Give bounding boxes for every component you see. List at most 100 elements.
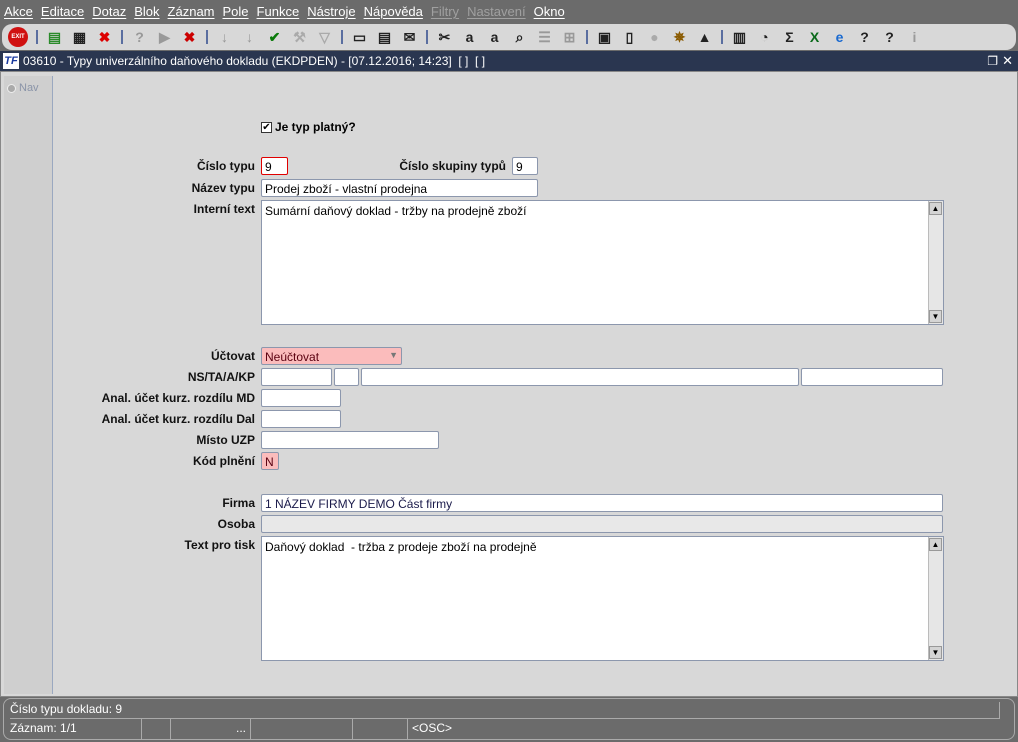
tree-icon[interactable]: ⊞ (559, 27, 580, 48)
globe-icon[interactable]: ● (644, 27, 665, 48)
kod-input[interactable]: N (261, 452, 279, 470)
menu-dotaz[interactable]: Dotaz (92, 4, 126, 19)
chevron-down-icon: ▼ (389, 350, 398, 360)
dal-label: Anal. účet kurz. rozdílu Dal (101, 412, 255, 426)
status-bar: Číslo typu dokladu: 9 Záznam: 1/1 ... <O… (3, 698, 1015, 740)
toolbar-separator (426, 30, 428, 44)
ns-input[interactable] (261, 368, 332, 386)
kod-label: Kód plnění (193, 454, 255, 468)
delete-record-icon[interactable]: ✖ (94, 27, 115, 48)
uctovat-select[interactable]: Neúčtovat ▼ (261, 347, 402, 365)
cut-icon[interactable]: ✂ (434, 27, 455, 48)
print-setup-icon[interactable]: ▤ (374, 27, 395, 48)
scroll-up-icon[interactable]: ▲ (929, 538, 942, 551)
menu-bar: Akce Editace Dotaz Blok Záznam Pole Funkce Nást… (0, 0, 1018, 23)
scrollbar[interactable]: ▲ ▼ (928, 537, 943, 660)
list-icon[interactable]: ☰ (534, 27, 555, 48)
filter-icon[interactable]: ▽ (314, 27, 335, 48)
firma-input[interactable]: 1 NÁZEV FIRMY DEMO Část firmy (261, 494, 943, 512)
tisk-label: Text pro tisk (184, 538, 255, 552)
accept-icon[interactable]: ✔ (264, 27, 285, 48)
form-window: Nav ✔ Je typ platný? Číslo typu 9 Číslo … (0, 71, 1018, 697)
exit-icon[interactable]: EXIT (8, 27, 28, 47)
menu-akce[interactable]: Akce (4, 4, 33, 19)
record-counter: Záznam: 1/1 (4, 719, 142, 739)
menu-okno[interactable]: Okno (534, 4, 565, 19)
menu-blok[interactable]: Blok (134, 4, 159, 19)
query-icon[interactable]: ? (129, 27, 150, 48)
info-icon[interactable]: i (904, 27, 925, 48)
kp-input[interactable] (801, 368, 943, 386)
paste-icon[interactable]: a (484, 27, 505, 48)
radio-icon (7, 83, 16, 93)
helm-icon[interactable]: ✵ (669, 27, 690, 48)
scroll-down-icon[interactable]: ▼ (929, 310, 942, 323)
toolbar-separator (121, 30, 123, 44)
menu-filtry[interactable]: Filtry (431, 4, 459, 19)
menu-záznam[interactable]: Záznam (168, 4, 215, 19)
close-icon[interactable]: ✕ (1002, 53, 1013, 69)
ta-input[interactable] (334, 368, 359, 386)
save-record-icon[interactable]: ▦ (69, 27, 90, 48)
md-input[interactable] (261, 389, 341, 407)
misto-label: Místo UZP (196, 433, 255, 447)
menu-funkce[interactable]: Funkce (257, 4, 300, 19)
misto-input[interactable] (261, 431, 439, 449)
restore-icon[interactable]: ❐ (987, 54, 998, 68)
scrollbar[interactable]: ▲ ▼ (928, 201, 943, 324)
firma-label: Firma (222, 496, 255, 510)
help-question-icon[interactable]: ? (854, 27, 875, 48)
interni-label: Interní text (193, 202, 255, 216)
nazev-label: Název typu (191, 181, 255, 195)
nazev-input[interactable]: Prodej zboží - vlastní prodejna (261, 179, 538, 197)
osoba-input[interactable] (261, 515, 943, 533)
sum-icon[interactable]: Σ (779, 27, 800, 48)
insert-record-icon[interactable]: ▤ (44, 27, 65, 48)
toolbar-separator (206, 30, 208, 44)
toolbar-separator (341, 30, 343, 44)
scroll-up-icon[interactable]: ▲ (929, 202, 942, 215)
mail-icon[interactable]: ✉ (399, 27, 420, 48)
menu-nápověda[interactable]: Nápověda (364, 4, 423, 19)
scroll-down-icon[interactable]: ▼ (929, 646, 942, 659)
export-icon[interactable]: ▣ (594, 27, 615, 48)
menu-editace[interactable]: Editace (41, 4, 84, 19)
uctovat-label: Účtovat (210, 349, 255, 363)
status-mode: <OSC> (412, 721, 453, 735)
sort-desc-icon[interactable]: ↓ (239, 27, 260, 48)
report-icon[interactable]: ▥ (729, 27, 750, 48)
document-icon[interactable]: ▯ (619, 27, 640, 48)
cislo-typu-label: Číslo typu (196, 159, 255, 173)
execute-query-icon[interactable]: ▶ (154, 27, 175, 48)
app-logo-icon: TF (3, 53, 19, 69)
md-label: Anal. účet kurz. rozdílu MD (101, 391, 255, 405)
menu-pole[interactable]: Pole (223, 4, 249, 19)
help-window-icon[interactable]: ? (879, 27, 900, 48)
tisk-textarea[interactable]: Daňový doklad - tržba z prodeje zboží na… (261, 536, 944, 661)
toolbar-separator (721, 30, 723, 44)
status-message: Číslo typu dokladu: 9 (10, 702, 1000, 719)
interni-textarea[interactable]: Sumární daňový doklad - tržby na prodejn… (261, 200, 944, 325)
copy-icon[interactable]: a (459, 27, 480, 48)
cislo-skupiny-input[interactable]: 9 (512, 157, 538, 175)
sort-asc-icon[interactable]: ↓ (214, 27, 235, 48)
toolbar-separator (36, 30, 38, 44)
window-title: 03610 - Typy univerzálního daňového dokl… (23, 54, 486, 68)
a-input[interactable] (361, 368, 799, 386)
menu-nastavení[interactable]: Nastavení (467, 4, 526, 19)
cancel-query-icon[interactable]: ✖ (179, 27, 200, 48)
cislo-skupiny-label: Číslo skupiny typů (399, 159, 506, 173)
wrench-icon[interactable]: ⚒ (289, 27, 310, 48)
eye-icon[interactable]: ▲ (694, 27, 715, 48)
status-cell (142, 719, 171, 739)
dal-input[interactable] (261, 410, 341, 428)
zoom-icon[interactable]: ⌕ (509, 27, 530, 48)
clock-icon[interactable]: ◔ (754, 27, 775, 48)
ie-icon[interactable]: e (829, 27, 850, 48)
nav-button[interactable]: Nav (7, 82, 52, 94)
status-cell (353, 719, 408, 739)
valid-checkbox[interactable]: ✔ Je typ platný? (261, 120, 356, 134)
print-icon[interactable]: ▭ (349, 27, 370, 48)
excel-icon[interactable]: X (804, 27, 825, 48)
menu-nástroje[interactable]: Nástroje (307, 4, 355, 19)
